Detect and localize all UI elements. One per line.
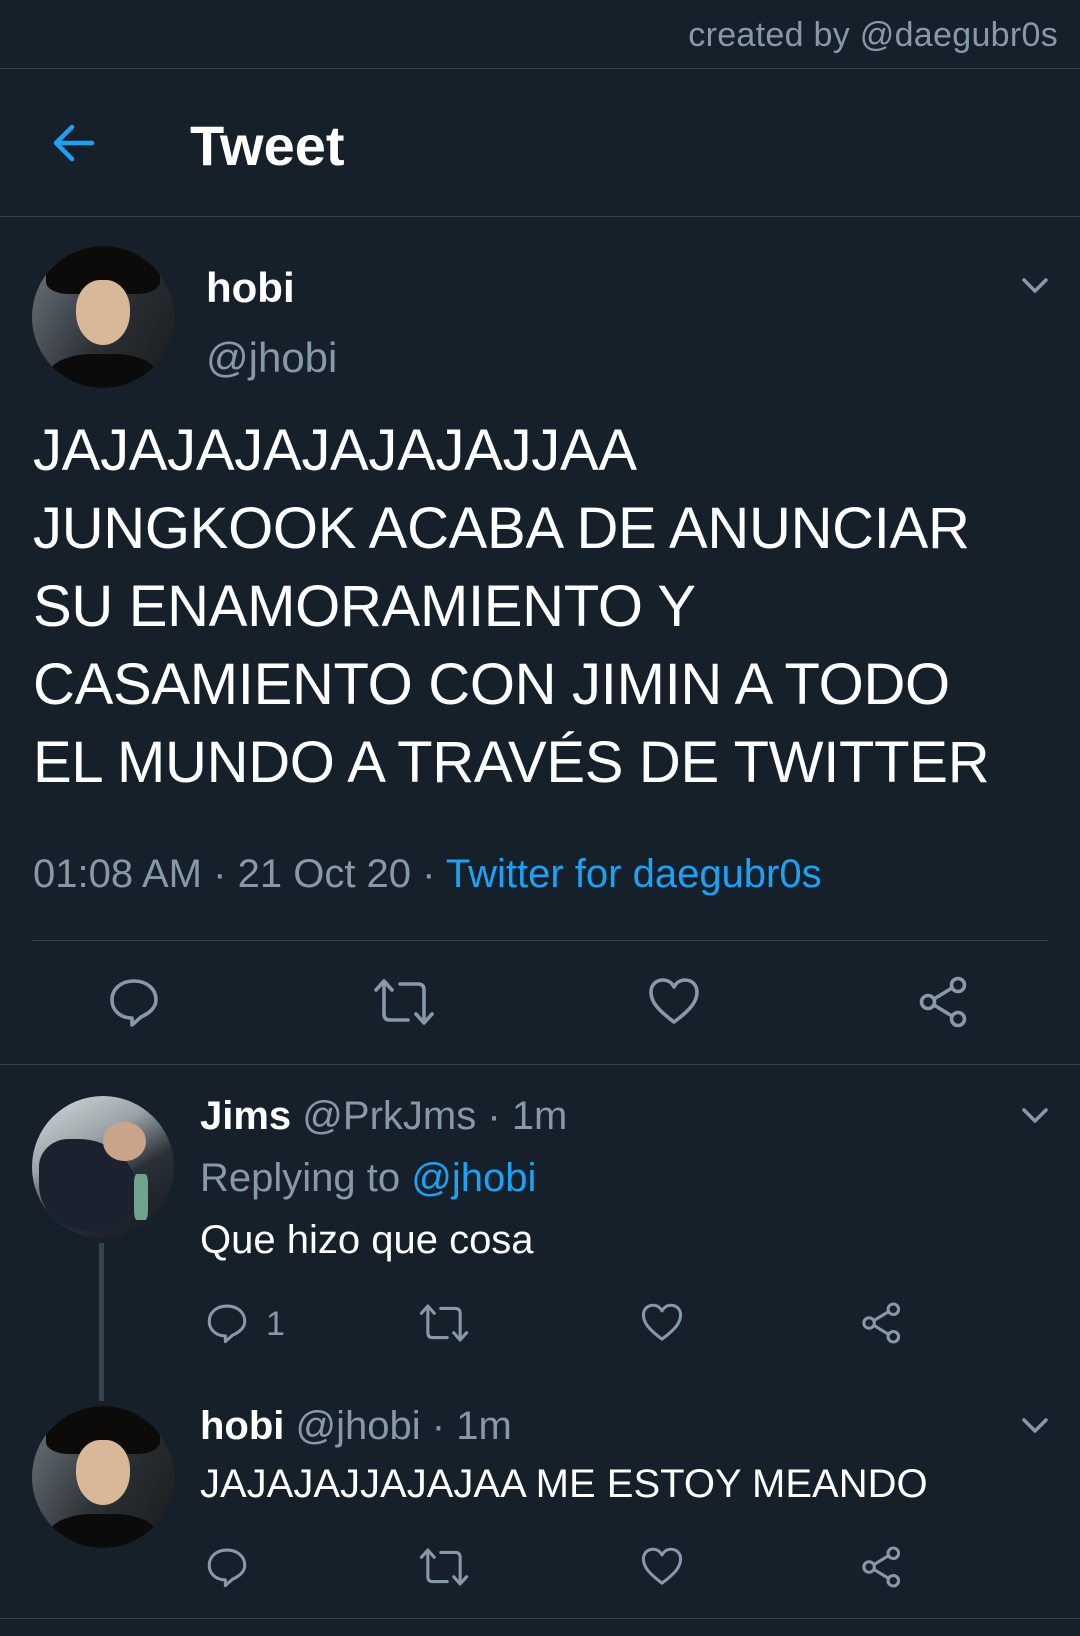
author-handle[interactable]: @jhobi bbox=[206, 334, 337, 382]
share-icon[interactable] bbox=[918, 976, 970, 1028]
heart-icon[interactable] bbox=[648, 976, 700, 1028]
tweet-date: 21 Oct 20 bbox=[237, 852, 412, 896]
chevron-down-icon[interactable] bbox=[1018, 1098, 1052, 1132]
arrow-left-icon[interactable] bbox=[50, 119, 98, 167]
retweet-icon[interactable] bbox=[372, 976, 436, 1028]
tweet-line: JUNGKOOK ACABA DE ANUNCIAR bbox=[33, 496, 970, 561]
divider bbox=[0, 1618, 1080, 1619]
replying-to-line: Replying to @jhobi bbox=[200, 1156, 536, 1201]
meta-separator: · bbox=[431, 1404, 446, 1448]
tweet-line: JAJAJAJAJAJAJAJJAA bbox=[33, 418, 637, 483]
reply-icon[interactable] bbox=[206, 1302, 248, 1344]
reply-text: Que hizo que cosa bbox=[200, 1218, 534, 1262]
credit-bar: created by @daegubr0s bbox=[0, 0, 1080, 69]
author-name[interactable]: hobi bbox=[206, 264, 295, 312]
tweet-line: CASAMIENTO CON JIMIN A TODO bbox=[33, 652, 950, 717]
reply-time: 1m bbox=[456, 1404, 512, 1448]
meta-separator: · bbox=[422, 852, 436, 896]
reply-header: hobi @jhobi · 1m bbox=[200, 1404, 512, 1449]
retweet-icon[interactable] bbox=[418, 1546, 470, 1588]
tweet-line: SU ENAMORAMIENTO Y bbox=[33, 574, 696, 639]
top-header: Tweet bbox=[0, 69, 1080, 217]
reply-author-name[interactable]: Jims bbox=[200, 1094, 291, 1138]
tweet-time: 01:08 AM bbox=[33, 852, 203, 896]
tweet-text: JAJAJAJAJAJAJAJJAA JUNGKOOK ACABA DE ANU… bbox=[33, 412, 1053, 802]
tweet-meta: 01:08 AM · 21 Oct 20 · Twitter for daegu… bbox=[33, 852, 822, 897]
avatar[interactable] bbox=[32, 1406, 174, 1548]
meta-separator: · bbox=[213, 852, 227, 896]
heart-icon[interactable] bbox=[641, 1546, 683, 1588]
reply-author-handle[interactable]: @PrkJms bbox=[302, 1094, 476, 1138]
retweet-icon[interactable] bbox=[418, 1302, 470, 1344]
share-icon[interactable] bbox=[861, 1546, 903, 1588]
reply-author-handle[interactable]: @jhobi bbox=[296, 1404, 421, 1448]
reply-icon[interactable] bbox=[108, 976, 160, 1028]
replying-to-mention[interactable]: @jhobi bbox=[411, 1156, 536, 1200]
reply-count: 1 bbox=[266, 1305, 285, 1343]
page-title: Tweet bbox=[190, 114, 345, 177]
heart-icon[interactable] bbox=[641, 1302, 683, 1344]
divider bbox=[0, 1064, 1080, 1065]
reply-text: JAJAJAJJAJAJAA ME ESTOY MEANDO bbox=[200, 1462, 928, 1506]
reply-time: 1m bbox=[511, 1094, 568, 1138]
thread-connector bbox=[99, 1243, 104, 1401]
chevron-down-icon[interactable] bbox=[1018, 268, 1052, 302]
reply-icon[interactable] bbox=[206, 1546, 248, 1588]
reply-author-name[interactable]: hobi bbox=[200, 1404, 284, 1448]
credit-text: created by @daegubr0s bbox=[688, 16, 1058, 54]
reply-header: Jims @PrkJms · 1m bbox=[200, 1094, 567, 1139]
meta-separator: · bbox=[487, 1094, 501, 1138]
tweet-line: EL MUNDO A TRAVÉS DE TWITTER bbox=[33, 730, 990, 795]
divider bbox=[32, 940, 1048, 941]
share-icon[interactable] bbox=[861, 1302, 903, 1344]
avatar[interactable] bbox=[32, 246, 174, 388]
replying-to-label: Replying to bbox=[200, 1156, 401, 1200]
tweet-source-link[interactable]: Twitter for daegubr0s bbox=[446, 852, 822, 896]
chevron-down-icon[interactable] bbox=[1018, 1408, 1052, 1442]
avatar[interactable] bbox=[32, 1096, 174, 1238]
